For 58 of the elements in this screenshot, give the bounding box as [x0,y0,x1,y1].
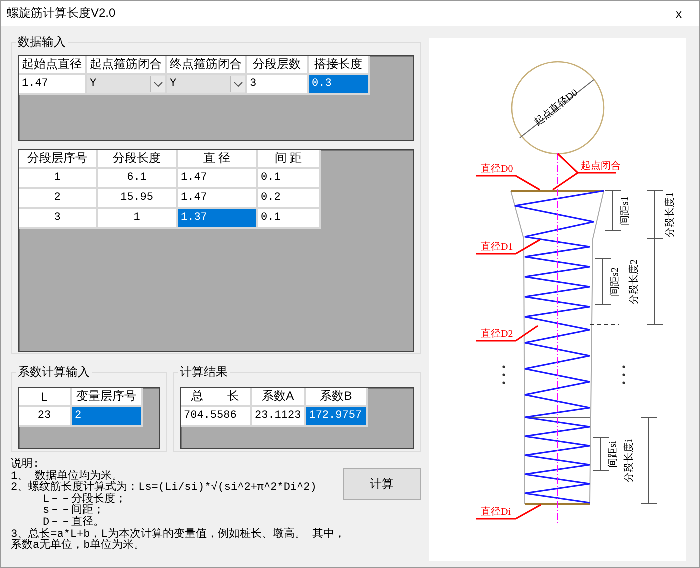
table-cell[interactable]: 172.9757 [306,407,368,427]
table-cell[interactable]: 1.47 [178,169,258,189]
diagram-label: 直径D0 [481,164,514,175]
table-cell[interactable]: 0.1 [258,209,321,229]
diagram-label: 直径D2 [481,329,514,340]
column-header: 分段层序号 [19,150,98,169]
table-cell[interactable]: 23.1123 [252,407,306,427]
column-header: L [19,388,72,407]
close-button[interactable]: x [659,6,699,20]
table-cell[interactable]: 2 [19,189,98,209]
diagram-label: 分段长度2 [629,260,640,304]
group-title: 数据输入 [17,34,67,51]
column-header: 系数B [306,388,368,407]
column-header: 系数A [252,388,306,407]
calculate-button[interactable]: 计算 [343,468,421,500]
diagram-label: 直径D1 [481,242,514,253]
diagram-label: 间距si [608,441,619,468]
note-text: 系数a无单位，b单位为米。 [11,541,146,553]
table-cell[interactable]: 1.47 [178,189,258,209]
table-cell[interactable]: 1 [98,209,178,229]
column-header: 间 距 [258,150,321,169]
column-header: 分段层数 [247,56,309,75]
dropdown-field[interactable]: Y [167,75,247,95]
group-title: 系数计算输入 [17,364,91,381]
column-header: 起点箍筋闭合 [87,56,167,75]
group-title: 计算结果 [179,364,229,381]
table-cell[interactable]: 704.5586 [181,407,252,427]
note-text: s－－间距； [42,506,106,518]
diagram-label: 起点闭合 [581,161,621,172]
table-cell[interactable]: 1.37 [178,209,258,229]
table-cell[interactable]: 6.1 [98,169,178,189]
note-text: 说明: [11,460,40,471]
note-text: D－－直径。 [43,518,106,529]
column-header: 搭接长度 [309,56,370,75]
table-cell[interactable]: 0.3 [309,75,370,95]
column-header: 分段长度 [98,150,178,169]
table-cell[interactable]: 3 [19,209,98,229]
table-cell[interactable]: 23 [19,407,72,427]
table-cell[interactable]: 1 [19,169,98,189]
table-cell[interactable]: 0.1 [258,169,321,189]
diagram-label: 间距s1 [620,196,631,226]
table-cell[interactable]: 0.2 [258,189,321,209]
dropdown-field[interactable]: Y [87,75,167,95]
column-header: 起始点直径 [19,56,87,75]
window-title: 螺旋筋计算长度V2.0 [7,5,116,22]
diagram-label: 间距s2 [610,268,621,296]
diagram-label: 分段长度i [624,440,635,482]
diagram-label: 起点直径D0 [532,88,580,128]
column-header: 直 径 [178,150,258,169]
table-cell[interactable]: 3 [247,75,309,95]
table-cell[interactable]: 1.47 [19,75,87,95]
column-header: 变量层序号 [72,388,143,407]
table-cell[interactable]: 15.95 [98,189,178,209]
column-header: 终点箍筋闭合 [167,56,247,75]
diagram-label: 直径Di [481,507,511,518]
diagram-label: 分段长度1 [665,192,676,238]
table-cell[interactable]: 2 [72,407,143,427]
column-header: 总 长 [181,388,252,407]
